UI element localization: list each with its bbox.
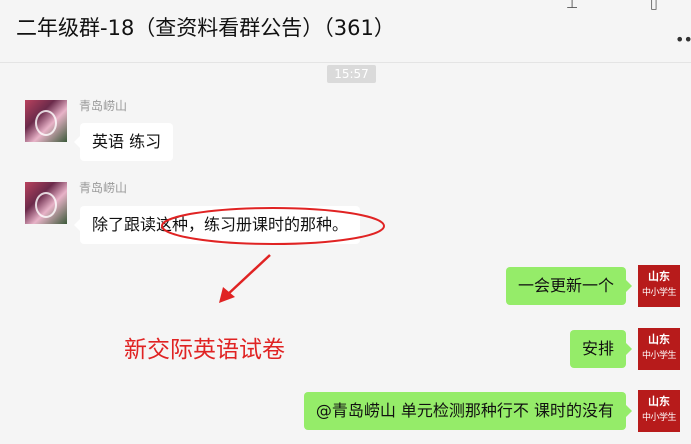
message-bubble-outgoing[interactable]: 安排 — [569, 330, 633, 368]
sender-name: 青岛崂山 — [79, 181, 128, 195]
sender-name: 青岛崂山 — [79, 99, 128, 113]
avatar-text-line1: 山东 — [648, 333, 670, 346]
chat-header: 二年级群-18（查资料看群公告）（361） ⊥ ▯ ••• — [0, 0, 691, 63]
self-avatar[interactable]: 山东 中小学生 — [638, 328, 680, 370]
more-icon[interactable]: ••• — [675, 30, 691, 49]
message-bubble[interactable]: 除了跟读这种，练习册课时的那种。 — [73, 206, 361, 244]
message-bubble[interactable]: 英语 练习 — [73, 123, 174, 161]
message-timestamp: 15:57 — [327, 65, 376, 83]
pin-icon[interactable]: ⊥ — [566, 0, 578, 12]
sender-avatar[interactable] — [25, 182, 67, 224]
avatar-text-line2: 中小学生 — [641, 351, 677, 361]
minimize-icon[interactable]: ▯ — [650, 0, 658, 12]
sender-avatar[interactable] — [25, 100, 67, 142]
self-avatar[interactable]: 山东 中小学生 — [638, 390, 680, 432]
message-bubble-outgoing[interactable]: @青岛崂山 单元检测那种行不 课时的没有 — [303, 392, 633, 430]
self-avatar[interactable]: 山东 中小学生 — [638, 265, 680, 307]
avatar-text-line2: 中小学生 — [641, 288, 677, 298]
annotation-label: 新交际英语试卷 — [124, 337, 285, 363]
avatar-text-line1: 山东 — [648, 395, 670, 408]
chat-title: 二年级群-18（查资料看群公告）（361） — [16, 16, 395, 40]
annotation-arrow-head — [219, 287, 235, 303]
message-bubble-outgoing[interactable]: 一会更新一个 — [505, 267, 633, 305]
annotation-arrow-shaft — [225, 254, 271, 297]
avatar-text-line2: 中小学生 — [641, 413, 677, 423]
avatar-text-line1: 山东 — [648, 270, 670, 283]
